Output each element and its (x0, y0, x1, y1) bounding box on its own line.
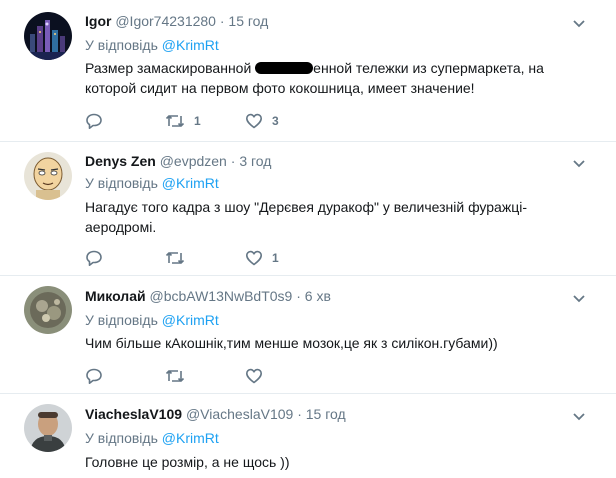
user-handle[interactable]: @evpdzen (160, 153, 227, 169)
timestamp[interactable]: 15 год (306, 406, 346, 422)
redaction-mark (255, 61, 314, 74)
reply-to-line: У відповідь @KrimRt (85, 35, 219, 55)
like-button[interactable]: 3 (245, 111, 279, 131)
user-name[interactable]: Igor (85, 13, 111, 29)
user-name[interactable]: Миколай (85, 288, 146, 304)
tweet-header: Denys Zen @evpdzen · 3 год (85, 151, 271, 171)
reply-to-label: У відповідь (85, 312, 158, 328)
timestamp[interactable]: 3 год (239, 153, 271, 169)
timestamp[interactable]: 6 хв (305, 288, 331, 304)
like-icon (246, 113, 262, 129)
mention-link[interactable]: @KrimRt (162, 312, 219, 328)
retweet-button[interactable] (165, 248, 194, 268)
reply-icon (86, 113, 102, 129)
tweet-header: ViacheslaV109 @ViacheslaV109 · 15 год (85, 404, 346, 424)
tweet-igor[interactable]: Igor @Igor74231280 · 15 год У відповідь … (0, 0, 616, 142)
tweet-actions: 1 3 (85, 111, 385, 131)
reply-button[interactable] (85, 248, 112, 268)
separator-dot: · (230, 153, 236, 169)
user-handle[interactable]: @Igor74231280 (115, 13, 216, 29)
tweet-text: Чим більше кАкошнік,тим менше мозок,це я… (85, 335, 498, 351)
mention-link[interactable]: @KrimRt (162, 430, 219, 446)
retweet-count: 1 (194, 114, 201, 128)
chevron-down-icon[interactable] (572, 156, 586, 168)
reply-to-line: У відповідь @KrimRt (85, 173, 219, 193)
tweet-text: Нагадує того кадра з шоу "Дерєвея дурако… (85, 199, 527, 235)
tweet-actions (85, 366, 385, 386)
retweet-icon (165, 115, 185, 127)
separator-dot: · (296, 288, 301, 304)
retweet-button[interactable] (165, 366, 194, 386)
separator-dot: · (219, 13, 225, 29)
mention-link[interactable]: @KrimRt (162, 175, 219, 191)
tweet-text-part: Размер замаскированной (85, 60, 256, 76)
timestamp[interactable]: 15 год (228, 13, 268, 29)
reply-button[interactable] (85, 111, 112, 131)
reply-button[interactable] (85, 366, 112, 386)
tweet-text: Головне це розмір, а не щось )) (85, 454, 290, 470)
like-button[interactable] (245, 366, 272, 386)
tweet-denys-zen[interactable]: Denys Zen @evpdzen · 3 год У відповідь @… (0, 142, 616, 276)
tweet-header: Миколай @bcbAW13NwBdT0s9 · 6 хв (85, 286, 331, 306)
chevron-down-icon[interactable] (572, 16, 586, 28)
reply-icon (86, 368, 102, 384)
separator-dot: · (297, 406, 302, 422)
user-name[interactable]: ViacheslaV109 (85, 406, 182, 422)
avatar-viacheslav109[interactable] (24, 404, 72, 452)
mention-link[interactable]: @KrimRt (162, 37, 219, 53)
reply-to-label: У відповідь (85, 430, 158, 446)
like-button[interactable]: 1 (245, 248, 279, 268)
tweet-text: Размер замаскированной енной тележки из … (85, 58, 555, 98)
chevron-down-icon[interactable] (572, 291, 586, 303)
user-handle[interactable]: @bcbAW13NwBdT0s9 (149, 288, 292, 304)
reply-to-label: У відповідь (85, 37, 158, 53)
like-icon (246, 250, 262, 266)
reply-icon (86, 250, 102, 266)
chevron-down-icon[interactable] (572, 409, 586, 421)
retweet-icon (165, 252, 185, 264)
user-name[interactable]: Denys Zen (85, 153, 156, 169)
retweet-button[interactable]: 1 (165, 111, 201, 131)
reply-to-line: У відповідь @KrimRt (85, 428, 219, 448)
tweet-mykolai[interactable]: Миколай @bcbAW13NwBdT0s9 · 6 хв У відпов… (0, 276, 616, 394)
reply-to-line: У відповідь @KrimRt (85, 310, 219, 330)
avatar-mykolai[interactable] (24, 286, 72, 334)
tweet-actions: 1 (85, 248, 385, 268)
retweet-icon (165, 370, 185, 382)
like-count: 3 (272, 114, 279, 128)
like-count: 1 (272, 251, 279, 265)
avatar-denys-zen[interactable] (24, 152, 72, 200)
avatar-igor[interactable] (24, 12, 72, 60)
like-icon (246, 368, 262, 384)
tweet-header: Igor @Igor74231280 · 15 год (85, 11, 268, 31)
user-handle[interactable]: @ViacheslaV109 (186, 406, 293, 422)
tweet-feed: Igor @Igor74231280 · 15 год У відповідь … (0, 0, 616, 478)
tweet-viacheslav109[interactable]: ViacheslaV109 @ViacheslaV109 · 15 год У … (0, 394, 616, 478)
reply-to-label: У відповідь (85, 175, 158, 191)
